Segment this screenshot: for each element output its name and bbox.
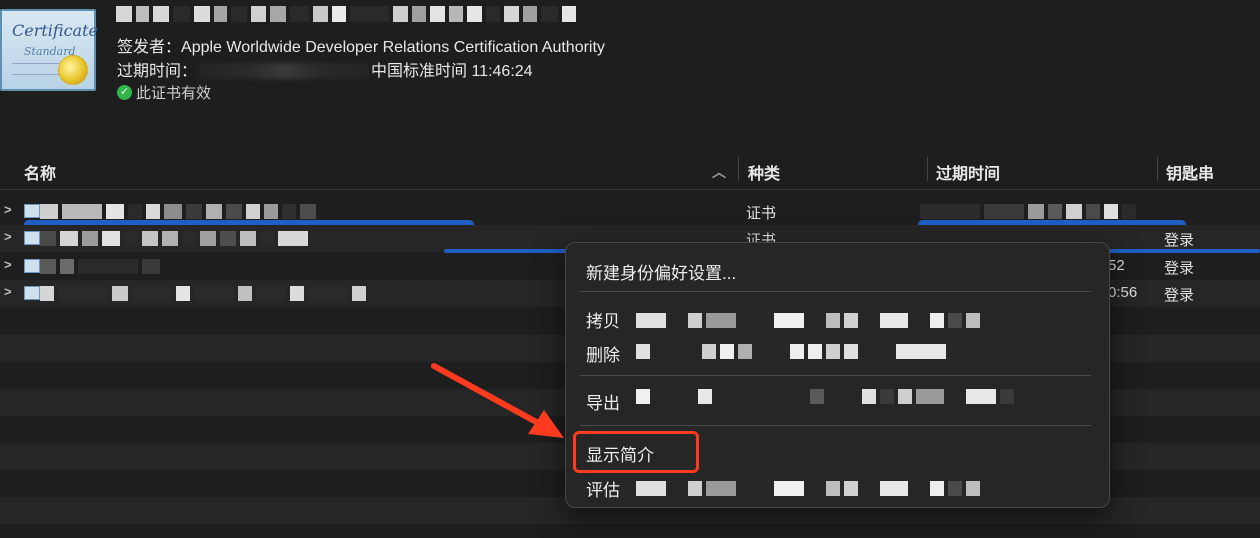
column-header-kind[interactable]: 种类 [748,160,780,184]
row-name-redacted [40,204,540,219]
row-keychain: 登录 [1164,232,1195,249]
menu-separator [580,291,1091,292]
certificate-row-icon [24,204,40,218]
menu-item-get-info[interactable]: 显示简介 [586,441,654,466]
validity-status: ✓ 此证书有效 [117,82,211,103]
menu-item-export[interactable]: 导出 [586,389,620,414]
row-keychain: 登录 [1164,287,1195,304]
menu-item-new-identity-preference[interactable]: 新建身份偏好设置... [586,259,736,284]
menu-item-evaluate[interactable]: 评估 [586,476,620,501]
menu-item-evaluate-redacted [636,481,980,496]
menu-item-copy-redacted [636,313,980,328]
seal-icon [58,55,88,85]
column-divider[interactable] [927,157,928,181]
column-divider[interactable] [1157,157,1158,181]
certificate-row-icon [24,259,40,273]
column-header-expires[interactable]: 过期时间 [936,160,1000,184]
row-kind: 证书 [746,205,777,222]
menu-item-delete-redacted [636,344,946,359]
column-header-keychain[interactable]: 钥匙串 [1166,160,1214,184]
disclosure-chevron-icon[interactable]: > [4,229,12,244]
disclosure-chevron-icon[interactable]: > [4,202,12,217]
sort-ascending-icon[interactable]: ︿ [712,162,726,182]
row-name-redacted [40,259,540,274]
issuer-value: Apple Worldwide Developer Relations Cert… [181,39,605,56]
row-name-redacted [40,231,540,246]
disclosure-chevron-icon[interactable]: > [4,284,12,299]
certificate-icon: Certificate Standard [0,9,98,91]
menu-item-copy[interactable]: 拷贝 [586,307,620,332]
row-expiry: 0:56 [1108,284,1138,301]
menu-item-delete[interactable]: 删除 [586,341,620,366]
row-keychain: 登录 [1164,260,1195,277]
expiry-date-redacted [199,63,370,79]
expiry-line: 过期时间： 中国标准时间 11:46:24 [117,57,533,81]
column-header-name[interactable]: 名称 [24,160,56,184]
table-header: 名称 ︿ 种类 过期时间 钥匙串 [0,152,1260,190]
checkmark-icon: ✓ [117,85,132,100]
row-name-redacted [40,286,540,301]
certificate-row-icon [24,231,40,245]
context-menu: 新建身份偏好设置... 拷贝 删除 导出 显示简介 评估 [565,242,1110,508]
menu-item-export-redacted [636,389,1014,404]
issuer-line: 签发者：Apple Worldwide Developer Relations … [117,33,605,57]
menu-separator [580,375,1091,376]
red-arrow-annotation [431,363,564,438]
certificate-name-redacted [116,6,576,22]
validity-text: 此证书有效 [136,85,212,102]
issuer-label: 签发者： [117,39,182,56]
row-expiry: 52 [1108,257,1125,274]
certificate-row-icon [24,286,40,300]
menu-separator [580,425,1091,426]
disclosure-chevron-icon[interactable]: > [4,257,12,272]
expiry-value: 中国标准时间 11:46:24 [371,63,533,80]
column-divider[interactable] [738,157,739,181]
expiry-label: 过期时间： [117,63,198,80]
certificate-icon-title: Certificate [12,21,98,40]
row-expiry-redacted [920,204,1160,219]
